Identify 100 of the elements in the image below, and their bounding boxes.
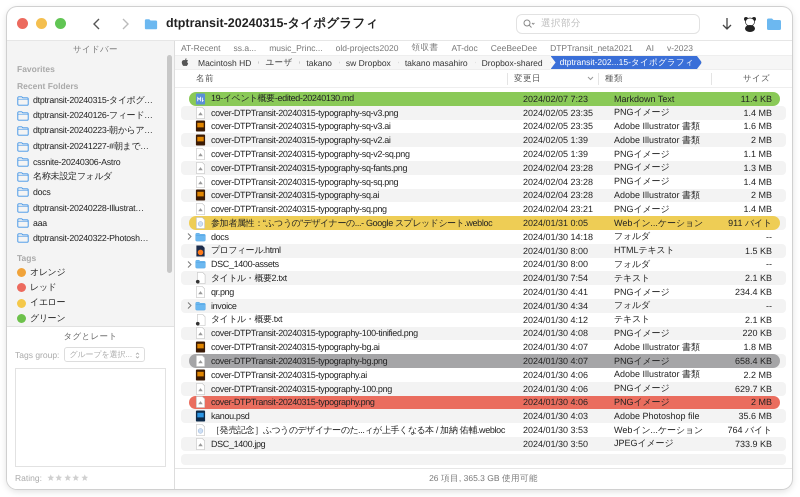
- favorite-item[interactable]: music_Princ...: [269, 43, 323, 53]
- favorite-item[interactable]: 領収書: [411, 42, 438, 54]
- folder-icon: [195, 258, 206, 270]
- file-row[interactable]: DSC_1400.jpg 2024/01/30 3:50 JPEGイメージ 733.9 KB: [181, 436, 786, 451]
- folder-item[interactable]: dtptransit-20240126-フィード…: [17, 108, 174, 124]
- section-heading: Recent Folders: [17, 81, 80, 91]
- favorite-item[interactable]: v-2023: [666, 43, 693, 53]
- date-cell-text: 2024/01/30 8:00: [522, 246, 590, 256]
- file-row[interactable]: cover-DTPTransit-20240315-typography-bg.png 2024/01/30 4:07 PNGイメージ 658.4 KB: [181, 354, 786, 368]
- size-cell-text: 2.1 KB: [744, 314, 773, 325]
- date-cell-text: 2024/02/05 1:39: [522, 149, 590, 160]
- file-row[interactable]: タイトル・概要.txt 2024/01/30 4:12 テキスト 2.1 KB: [181, 312, 786, 327]
- favorite-item[interactable]: old-projects2020: [336, 43, 398, 53]
- folder-item[interactable]: dtptransit-20240223-朝からア…: [17, 124, 174, 139]
- file-row[interactable]: cover-DTPTransit-20240315-typography.png 2024/01/30 4:06 PNGイメージ 2 MB: [181, 396, 786, 410]
- file-name: DSC_1400-assets: [211, 259, 280, 270]
- animal-icon[interactable]: [742, 16, 758, 32]
- file-row[interactable]: 19-イベント概要-edited-20240130.md 2024/02/07 7:23 Markdown Text 11.4 KB: [181, 92, 786, 106]
- folder-item[interactable]: dtptransit-20240322-Photosh…: [17, 230, 174, 246]
- date-cell-text: 2024/02/04 23:28: [522, 190, 594, 200]
- file-name: cover-DTPTransit-20240315-typography-100-tinified.png: [211, 328, 419, 338]
- file-row[interactable]: DSC_1400-assets 2024/01/30 8:00 フォルダ --: [181, 258, 786, 272]
- column-header[interactable]: サイズ: [711, 72, 774, 84]
- back-button[interactable]: [92, 16, 102, 30]
- file-row[interactable]: kanou.psd 2024/01/30 4:03 Adobe Photoshop file 35.6 MB: [181, 409, 786, 424]
- favorite-item[interactable]: ss.a...: [234, 43, 256, 53]
- kind-cell-text: Adobe Illustrator 書類: [613, 368, 702, 382]
- forward-button[interactable]: [120, 16, 130, 30]
- disclosure-icon[interactable]: [186, 302, 192, 310]
- favorite-item[interactable]: AT-Recent: [181, 43, 221, 53]
- folder-item[interactable]: aaa: [17, 215, 174, 231]
- kind-cell-text: Adobe Illustrator 書類: [613, 188, 702, 202]
- file-row[interactable]: cover-DTPTransit-20240315-typography-sq.png 2024/02/04 23:21 PNGイメージ 1.4 MB: [181, 202, 786, 216]
- column-header[interactable]: 変更日: [507, 72, 598, 84]
- tag-item[interactable]: レッド: [17, 280, 174, 296]
- search-field[interactable]: 選択部分: [516, 14, 700, 34]
- minimize-button[interactable]: [36, 18, 47, 29]
- file-row[interactable]: cover-DTPTransit-20240315-typography.ai 2024/01/30 4:06 Adobe Illustrator 書類 2.2 MB: [181, 368, 786, 382]
- panel-title: タグとレート: [62, 330, 118, 344]
- text-file-icon: [195, 314, 206, 326]
- file-name: cover-DTPTransit-20240315-typography-sq-v2-sq.png: [211, 149, 411, 160]
- disclosure-icon[interactable]: [186, 233, 192, 240]
- folder-item[interactable]: docs: [17, 184, 174, 200]
- folder-icon: [17, 233, 29, 244]
- folder-icon[interactable]: [766, 16, 782, 32]
- file-row[interactable]: cover-DTPTransit-20240315-typography-bg.ai 2024/01/30 4:07 Adobe Illustrator 書類 1.8 MB: [181, 340, 786, 354]
- kind-cell-text: Webイン...ケーション: [613, 424, 704, 437]
- file-name: cover-DTPTransit-20240315-typography.png: [211, 397, 376, 408]
- star-rating[interactable]: [46, 474, 88, 482]
- folder-item[interactable]: cssnite-20240306-Astro: [17, 154, 174, 170]
- file-row[interactable]: invoice 2024/01/30 4:34 フォルダ --: [181, 298, 786, 313]
- file-row[interactable]: cover-DTPTransit-20240315-typography-sq-sq.png 2024/02/04 23:28 PNGイメージ 1.4 MB: [181, 174, 786, 189]
- sort-caret-icon[interactable]: [587, 76, 594, 81]
- file-name: cover-DTPTransit-20240315-typography-sq-v3.ai: [211, 121, 392, 132]
- disclosure-icon[interactable]: [186, 260, 192, 268]
- file-row[interactable]: 参加者属性：“ふつうの”デザイナーの...- Google スプレッドシート.webloc 2024/01/31 0:05 Webイン...ケーション 911 バイト: [181, 216, 786, 230]
- date-cell-text: 2024/02/07 7:23: [522, 94, 590, 104]
- size-cell-text: 1.4 MB: [742, 176, 773, 187]
- file-row[interactable]: ［発売記念］ふつうのデザイナーのた...ィが上手くなる本 / 加納 佑輔.webloc 2024/01/30 3:53 Webイン...ケーション 764 バイト: [181, 423, 786, 437]
- column-header[interactable]: 名前: [183, 72, 507, 84]
- kind-cell-text: PNGイメージ: [613, 396, 671, 409]
- file-row[interactable]: cover-DTPTransit-20240315-typography-100.png 2024/01/30 4:06 PNGイメージ 629.7 KB: [181, 382, 786, 396]
- file-row[interactable]: タイトル・概要2.txt 2024/01/30 7:54 テキスト 2.1 KB: [181, 271, 786, 286]
- folder-icon: [17, 218, 29, 228]
- date-cell-text: 2024/01/30 4:41: [522, 287, 590, 298]
- favorite-item[interactable]: AT-doc: [451, 43, 478, 53]
- file-row[interactable]: cover-DTPTransit-20240315-typography-sq-v2-sq.png 2024/02/05 1:39 PNGイメージ 1.1 MB: [181, 147, 786, 161]
- file-row[interactable]: docs 2024/01/30 14:18 フォルダ --: [181, 230, 786, 244]
- file-row[interactable]: cover-DTPTransit-20240315-typography-sq-fants.png 2024/02/04 23:28 PNGイメージ 1.3 MB: [181, 160, 786, 175]
- size-cell-text: 1.5 KB: [744, 246, 773, 256]
- folder-item[interactable]: dtptransit-20241227-#朝まで…: [17, 138, 174, 154]
- path-segment[interactable]: dtptransit-202...15-タイポグラフィ: [550, 56, 702, 69]
- tag-item[interactable]: イエロー: [17, 296, 174, 311]
- file-row[interactable]: cover-DTPTransit-20240315-typography-sq-v3.ai 2024/02/05 23:35 Adobe Illustrator 書類 1.6 MB: [181, 120, 786, 134]
- column-header[interactable]: 種類: [598, 72, 711, 84]
- file-row[interactable]: qr.png 2024/01/30 4:41 PNGイメージ 234.4 KB: [181, 285, 786, 299]
- favorite-item[interactable]: DTPTransit_neta2021: [550, 43, 633, 53]
- zoom-button[interactable]: [55, 18, 66, 29]
- folder-item[interactable]: dtptransit-20240228-Illustrat…: [17, 200, 174, 216]
- tag-item[interactable]: グリーン: [17, 310, 174, 326]
- file-name: プロフィール.html: [211, 244, 282, 258]
- folder-icon: [195, 230, 206, 243]
- file-name: cover-DTPTransit-20240315-typography-sq-fants.png: [211, 162, 408, 173]
- size-cell-text: 733.9 KB: [734, 438, 773, 449]
- file-row[interactable]: プロフィール.html 2024/01/30 8:00 HTMLテキスト 1.5 KB: [181, 244, 786, 258]
- close-button[interactable]: [17, 18, 28, 29]
- download-icon[interactable]: [720, 16, 734, 32]
- tag-item[interactable]: オレンジ: [17, 264, 174, 280]
- file-row[interactable]: cover-DTPTransit-20240315-typography-sq.ai 2024/02/04 23:28 Adobe Illustrator 書類 2 MB: [181, 188, 786, 202]
- scrollbar[interactable]: [167, 55, 172, 273]
- folder-item[interactable]: dtptransit-20240315-タイポグ…: [17, 93, 174, 108]
- favorite-item[interactable]: CeeBeeDee: [490, 43, 538, 53]
- file-row[interactable]: cover-DTPTransit-20240315-typography-sq-v2.ai 2024/02/05 1:39 Adobe Illustrator 書類 2 MB: [181, 133, 786, 148]
- file-row[interactable]: cover-DTPTransit-20240315-typography-100-tinified.png 2024/01/30 4:08 PNGイメージ 220 KB: [181, 326, 786, 340]
- date-cell-text: 2024/02/04 23:28: [522, 162, 594, 173]
- favorite-item[interactable]: AI: [646, 43, 654, 53]
- date-cell-text: 2024/01/30 4:08: [522, 328, 590, 338]
- folder-item[interactable]: 名称未設定フォルダ: [17, 169, 174, 185]
- tags-field[interactable]: [15, 368, 166, 467]
- file-row[interactable]: cover-DTPTransit-20240315-typography-sq-v3.png 2024/02/05 23:35 PNGイメージ 1.4 MB: [181, 106, 786, 120]
